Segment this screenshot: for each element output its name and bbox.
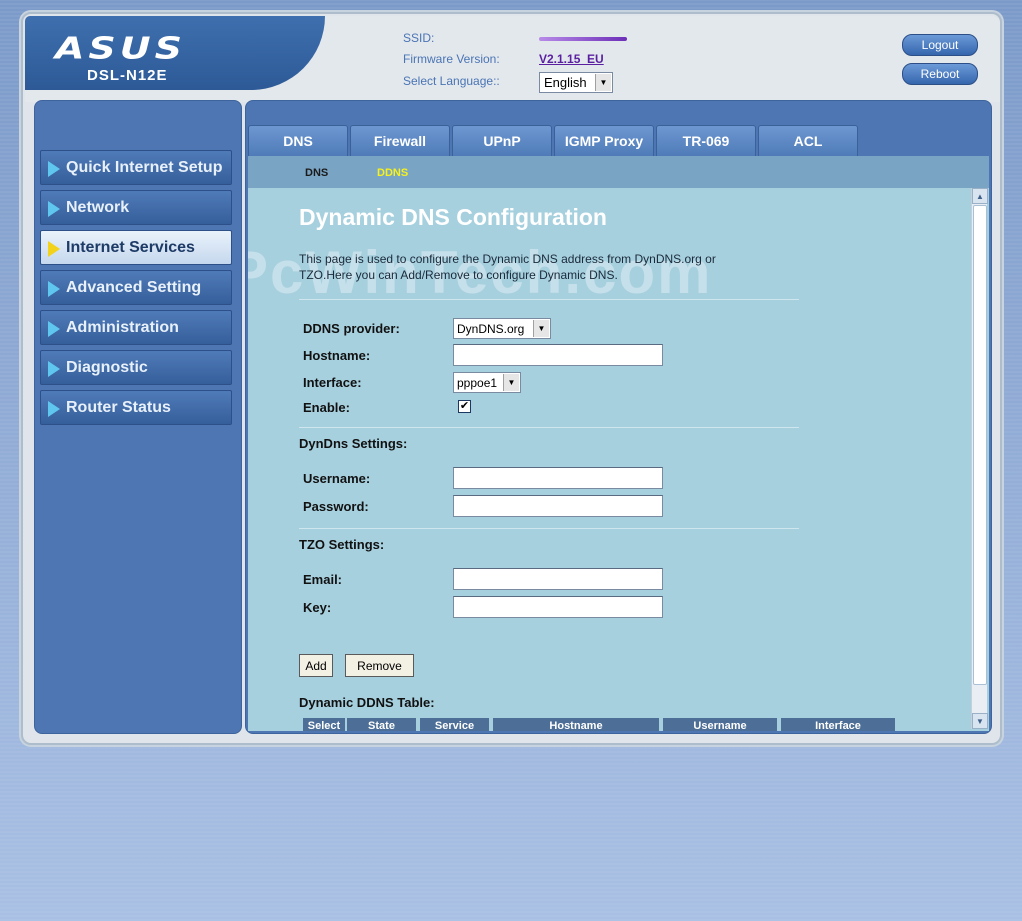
language-select-value: English	[544, 75, 587, 90]
email-label: Email:	[303, 572, 343, 587]
chevron-down-icon: ▼	[533, 320, 549, 337]
sidebar: Quick Internet Setup Network Internet Se…	[34, 100, 242, 734]
ddns-provider-label: DDNS provider:	[303, 321, 400, 336]
chevron-down-icon: ▼	[503, 374, 519, 391]
table-header-service: Service	[420, 718, 489, 731]
arrow-icon	[48, 361, 60, 377]
firmware-label: Firmware Version:	[403, 52, 500, 66]
tzo-settings-heading: TZO Settings:	[299, 537, 385, 552]
sidebar-item-label: Internet Services	[66, 238, 195, 256]
subnav: DNS DDNS	[248, 156, 989, 188]
ddns-table-heading: Dynamic DDNS Table:	[299, 695, 435, 710]
arrow-icon	[48, 321, 60, 337]
subnav-item-ddns[interactable]: DDNS	[377, 167, 408, 179]
hostname-label: Hostname:	[303, 348, 371, 363]
tab-tr-069[interactable]: TR-069	[656, 125, 756, 156]
tab-firewall[interactable]: Firewall	[350, 125, 450, 156]
add-button[interactable]: Add	[299, 654, 333, 677]
reboot-button[interactable]: Reboot	[902, 63, 978, 85]
page-title: Dynamic DNS Configuration	[299, 204, 607, 230]
divider	[299, 528, 799, 529]
model-name: DSL-N12E	[87, 67, 168, 84]
tab-igmp-proxy[interactable]: IGMP Proxy	[554, 125, 654, 156]
sidebar-item-router-status[interactable]: Router Status	[40, 390, 232, 425]
logo-area: ASUS DSL-N12E	[25, 16, 325, 90]
key-label: Key:	[303, 600, 332, 615]
table-header-select: Select	[303, 718, 345, 731]
password-label: Password:	[303, 499, 369, 514]
interface-select[interactable]: pppoe1 ▼	[453, 372, 521, 393]
arrow-icon	[48, 281, 60, 297]
arrow-icon	[48, 161, 60, 177]
vertical-scrollbar[interactable]: ▲ ▼	[971, 188, 988, 729]
language-label: Select Language::	[403, 74, 500, 88]
logout-button[interactable]: Logout	[902, 34, 978, 56]
interface-label: Interface:	[303, 375, 362, 390]
ddns-provider-value: DynDNS.org	[457, 322, 525, 336]
hostname-input[interactable]	[453, 344, 663, 366]
divider	[299, 427, 799, 428]
key-input[interactable]	[453, 596, 663, 618]
sidebar-item-label: Diagnostic	[66, 358, 148, 376]
sidebar-item-label: Network	[66, 198, 130, 216]
divider	[299, 299, 799, 300]
arrow-icon	[48, 201, 60, 217]
table-header-hostname: Hostname	[493, 718, 659, 731]
username-label: Username:	[303, 471, 371, 486]
sidebar-item-label: Advanced Setting	[66, 278, 202, 296]
sidebar-item-label: Quick Internet Setup	[66, 158, 223, 176]
firmware-version-link[interactable]: V2.1.15_EU	[539, 52, 604, 66]
password-input[interactable]	[453, 495, 663, 517]
page-description: This page is used to configure the Dynam…	[299, 252, 716, 282]
sidebar-item-administration[interactable]: Administration	[40, 310, 232, 345]
sidebar-item-diagnostic[interactable]: Diagnostic	[40, 350, 232, 385]
asus-logo: ASUS	[55, 30, 187, 66]
enable-checkbox[interactable]: ✔	[458, 400, 471, 413]
remove-button[interactable]: Remove	[345, 654, 414, 677]
table-header-username: Username	[663, 718, 777, 731]
sidebar-item-label: Router Status	[66, 398, 171, 416]
sidebar-item-network[interactable]: Network	[40, 190, 232, 225]
content-area: PcWinTech.com Dynamic DNS Configuration …	[248, 188, 989, 731]
sidebar-item-quick-internet-setup[interactable]: Quick Internet Setup	[40, 150, 232, 185]
dyndns-settings-heading: DynDns Settings:	[299, 436, 408, 451]
sidebar-item-label: Administration	[66, 318, 179, 336]
ssid-label: SSID:	[403, 31, 435, 45]
username-input[interactable]	[453, 467, 663, 489]
interface-value: pppoe1	[457, 376, 498, 390]
ddns-provider-select[interactable]: DynDNS.org ▼	[453, 318, 551, 339]
table-header-state: State	[347, 718, 416, 731]
enable-label: Enable:	[303, 400, 350, 415]
ssid-value	[539, 37, 627, 41]
chevron-down-icon: ▼	[595, 74, 611, 91]
table-header-interface: Interface	[781, 718, 895, 731]
tab-acl[interactable]: ACL	[758, 125, 858, 156]
sidebar-item-internet-services[interactable]: Internet Services	[40, 230, 232, 265]
arrow-icon	[48, 241, 60, 257]
scroll-down-icon[interactable]: ▼	[972, 713, 988, 729]
subnav-item-dns[interactable]: DNS	[305, 167, 328, 179]
sidebar-item-advanced-setting[interactable]: Advanced Setting	[40, 270, 232, 305]
language-select[interactable]: English ▼	[539, 72, 613, 93]
arrow-icon	[48, 401, 60, 417]
email-input[interactable]	[453, 568, 663, 590]
tab-dns[interactable]: DNS	[248, 125, 348, 156]
scroll-up-icon[interactable]: ▲	[972, 188, 988, 204]
scrollbar-thumb[interactable]	[973, 205, 987, 685]
tab-upnp[interactable]: UPnP	[452, 125, 552, 156]
main-panel: DNS Firewall UPnP IGMP Proxy TR-069 ACL …	[245, 100, 992, 734]
router-frame: ASUS DSL-N12E SSID: Firmware Version: V2…	[21, 12, 1002, 745]
